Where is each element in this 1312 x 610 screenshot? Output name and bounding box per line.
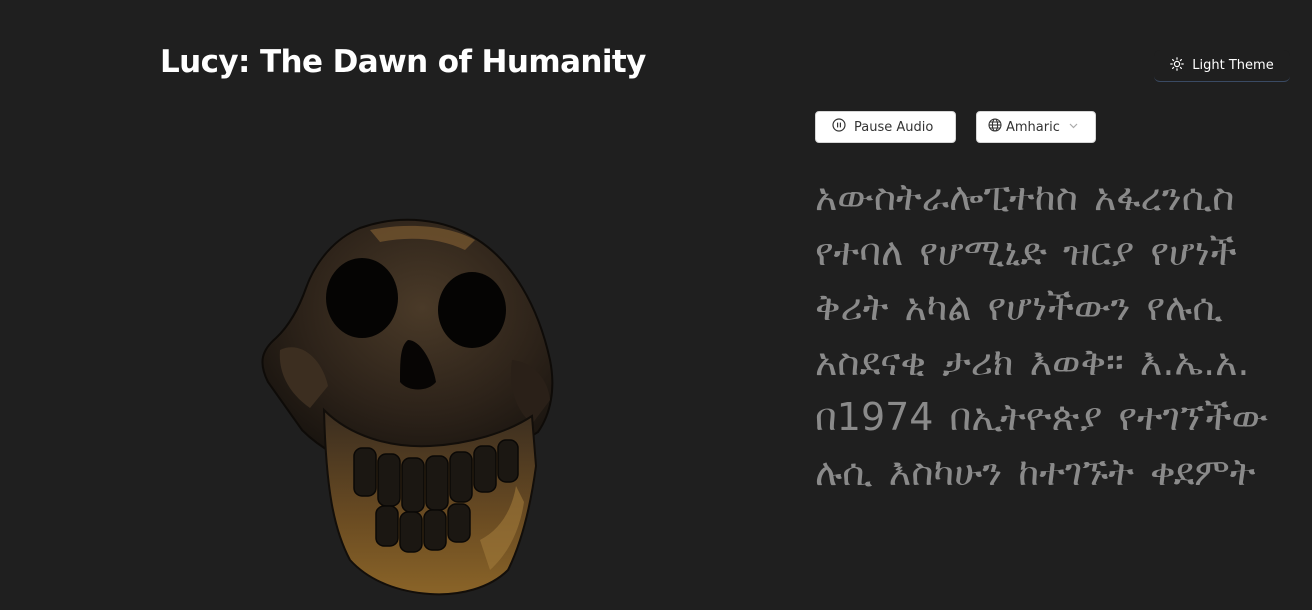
page: Lucy: The Dawn of Humanity Light Theme P… (0, 0, 1312, 610)
globe-icon (988, 118, 1002, 136)
language-select[interactable]: Amharic (976, 111, 1096, 143)
skull-3d-model[interactable] (250, 210, 570, 600)
chevron-down-icon (1068, 120, 1079, 135)
language-select-value: Amharic (1006, 119, 1060, 135)
pause-audio-button[interactable]: Pause Audio (815, 111, 956, 143)
light-theme-label: Light Theme (1192, 58, 1274, 73)
page-title: Lucy: The Dawn of Humanity (160, 44, 646, 80)
pause-circle-icon (832, 118, 846, 136)
narration-text: አውስትራሎፒተከስ አፋረንሲስ የተባለ የሆሚኒድ ዝርያ የሆነች ቅሪ… (815, 175, 1269, 494)
light-theme-button[interactable]: Light Theme (1154, 50, 1290, 82)
sun-icon (1170, 56, 1185, 75)
pause-audio-label: Pause Audio (854, 119, 934, 135)
